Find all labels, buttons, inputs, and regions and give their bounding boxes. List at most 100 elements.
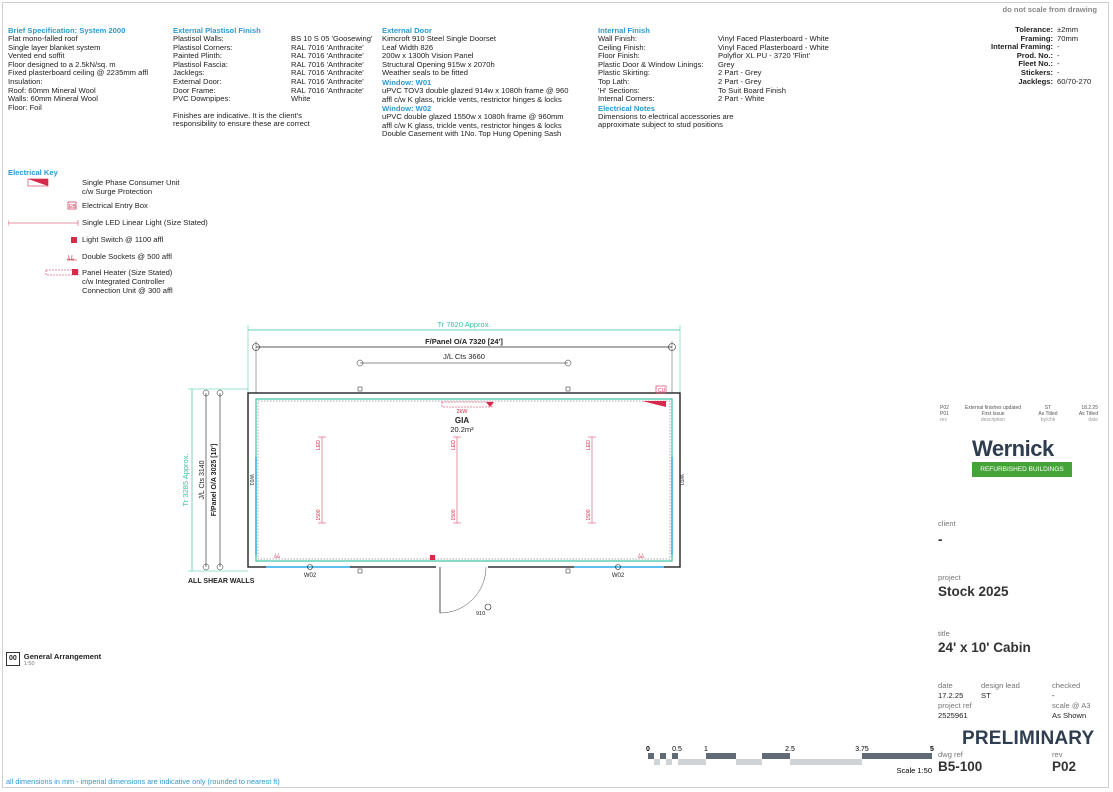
heater-label: 2kW — [457, 409, 469, 415]
double-socket: ﾑﾑ — [638, 554, 644, 560]
shear-walls-label: ALL SHEAR WALLS — [188, 578, 255, 585]
tr-depth-label: Tr 3285 Approx. — [181, 453, 190, 506]
key-label: Connection Unit @ 300 affl — [82, 286, 173, 295]
tol-key: Jacklegs: — [1018, 76, 1053, 86]
wernick-logo: Wernick REFURBISHED BUILDINGS — [972, 437, 1072, 477]
plastisol-note: responsibility to ensure these are corre… — [173, 119, 310, 129]
scale-tick: 0.5 — [672, 746, 682, 753]
key-label: c/w Surge Protection — [82, 187, 153, 196]
tr-width-label: Tr 7620 Approx. — [437, 320, 490, 329]
title-project: project Stock 2025 — [938, 573, 1009, 599]
ref-label: project ref — [938, 701, 972, 710]
client-value: - — [938, 532, 943, 547]
status-label: PRELIMINARY — [962, 728, 1095, 749]
w02-label-left: W02 — [304, 573, 317, 579]
key-label: Single LED Linear Light (Size Stated) — [82, 218, 208, 227]
title-label: title — [938, 629, 950, 638]
brief-spec: Brief Specification: System 2000 Flat mo… — [8, 26, 148, 112]
double-socket-icon: ﾑﾑ — [8, 252, 77, 262]
project-label: project — [938, 573, 961, 582]
cu-label: CU — [658, 388, 666, 394]
panel-heater-icon — [8, 268, 79, 277]
checked-value: - — [1052, 691, 1055, 700]
internal-finish: Internal Finish Wall Finish: Vinyl Faced … — [598, 26, 829, 130]
title-meta: date design lead checked 17.2.25 ST - pr… — [938, 681, 1098, 721]
key-label: c/w Integrated Controller — [82, 277, 165, 286]
logo-tagline: REFURBISHED BUILDINGS — [972, 462, 1072, 477]
electrical-note: approximate subject to stud positions — [598, 120, 723, 130]
scale-bar: 0 0.5 1 2.5 3.75 5 Scale 1:50 — [646, 746, 934, 775]
scale-tick: 0 — [646, 746, 650, 753]
w02-label-right: W02 — [612, 573, 625, 579]
door-swing — [439, 566, 487, 614]
rev-header: date — [1088, 417, 1098, 423]
key-label: Light Switch @ 1100 affl — [82, 235, 164, 244]
led-light-icon — [7, 218, 79, 227]
key-label: Electrical Entry Box — [82, 201, 148, 210]
rev-header: description — [980, 417, 1006, 423]
led-length: 1500 — [586, 509, 592, 520]
led-length: 1500 — [451, 509, 457, 520]
fpanel-width-label: F/Panel O/A 7320 [24'] — [425, 337, 503, 346]
title-value: 24' x 10' Cabin — [938, 640, 1031, 655]
floor-plan: Tr 7620 Approx. F/Panel O/A 7320 [24'] J… — [181, 320, 684, 617]
dwg-value: B5-100 — [938, 759, 983, 774]
door-window-spec: External Door Kimcroft 910 Steel Single … — [382, 26, 568, 139]
panel-heater — [441, 401, 493, 408]
project-value: Stock 2025 — [938, 584, 1009, 599]
jl-cts-depth-label: J/L Cts 3140 — [199, 460, 206, 499]
spec-key: PVC Downpipes: — [173, 94, 231, 104]
date-label: date — [938, 681, 953, 690]
spec-key: Internal Corners: — [598, 94, 655, 104]
title-title: title 24' x 10' Cabin — [938, 629, 1031, 655]
plastisol-finish: External Plastisol Finish Plastisol Wall… — [173, 26, 372, 129]
jl-cts-label: J/L Cts 3660 — [443, 352, 485, 361]
scale-tick: 2.5 — [785, 746, 795, 753]
date-value: 17.2.25 — [938, 691, 964, 700]
scale-tick: 3.75 — [855, 746, 869, 753]
spec-value: 2 Part - White — [718, 94, 765, 104]
rev-label: rev — [1052, 750, 1063, 759]
scale-tick: 1 — [704, 746, 708, 753]
light-switch-icon — [8, 235, 77, 244]
w02-line: Double Casement with 1No. Top Hung Openi… — [382, 129, 562, 139]
title-client: client - — [938, 519, 956, 547]
view-scale: 1:50 — [23, 661, 35, 667]
consumer-unit — [642, 401, 666, 407]
scale-tick: 5 — [930, 746, 934, 753]
lead-label: design lead — [981, 681, 1020, 690]
electrical-key-heading: Electrical Key — [8, 168, 58, 177]
double-socket: ﾑﾑ — [274, 554, 280, 560]
scale-label: scale @ A3 — [1052, 701, 1091, 710]
rev-header: by/chk — [1040, 417, 1056, 423]
consumer-unit-icon — [8, 178, 54, 187]
key-label: Double Sockets @ 500 affl — [82, 252, 172, 261]
led-light: LED — [451, 440, 457, 450]
scale-value: As Shown — [1052, 711, 1087, 720]
door-line: Weather seals to be fitted — [382, 68, 468, 78]
w01-label-left: W01 — [248, 474, 254, 485]
scale-label: Scale 1:50 — [897, 766, 932, 775]
view-title: 00 General Arrangement 1:50 — [6, 652, 101, 667]
key-label: Panel Heater (Size Stated) — [82, 268, 173, 277]
view-number: 00 — [6, 652, 20, 666]
lead-value: ST — [981, 691, 991, 700]
tol-value: 60/70-270 — [1057, 76, 1092, 86]
gia-value: 20.2m² — [450, 425, 474, 434]
ref-value: 2525961 — [938, 711, 968, 720]
light-switch — [430, 555, 435, 560]
door-label: 910 — [476, 611, 485, 617]
rev-header: rev — [940, 417, 947, 423]
key-label: Single Phase Consumer Unit — [82, 178, 180, 187]
svg-text:EB: EB — [69, 204, 76, 210]
entry-box-icon: EB — [8, 201, 77, 210]
brief-line: Floor: Foil — [8, 102, 42, 112]
client-label: client — [938, 519, 956, 528]
spec-value: White — [291, 94, 311, 104]
top-note: do not scale from drawing — [1002, 5, 1097, 14]
tolerance-block: Tolerance: ±2mm Framing: 70mm Internal Fra… — [987, 25, 1107, 86]
dwg-label: dwg ref — [938, 750, 963, 759]
footer-note: all dimensions in mm - imperial dimensio… — [6, 777, 280, 786]
svg-text:ﾑﾑ: ﾑﾑ — [67, 254, 74, 262]
title-rev: rev P02 — [1052, 750, 1076, 774]
